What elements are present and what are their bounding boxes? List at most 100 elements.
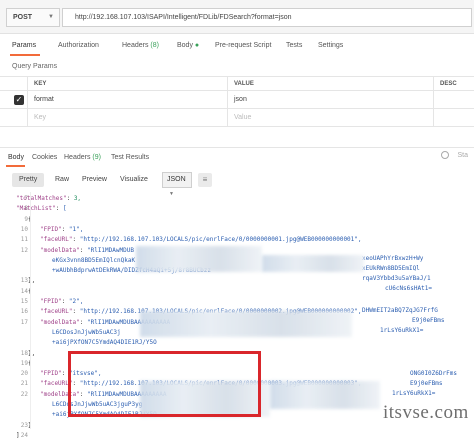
gutter-divider [30, 192, 31, 429]
tab-test-results[interactable]: Test Results [111, 154, 149, 161]
code-fragment: 1rLsY6uRkX1= [380, 327, 424, 334]
method-label: POST [13, 14, 33, 21]
code-line: "MatchList": [ [16, 205, 67, 213]
redacted-region [270, 381, 380, 409]
tab-params[interactable]: Params [12, 42, 36, 49]
line-number: 16 [20, 308, 28, 316]
query-params-label: Query Params [12, 63, 58, 70]
status-label: Sta [457, 152, 468, 159]
line-number: 9 [24, 215, 28, 223]
tab-badge: (9) [92, 154, 101, 161]
code-line: "FPID": "1", [40, 225, 84, 233]
line-number: 24 [20, 431, 28, 439]
column-header-value: VALUE [228, 77, 434, 91]
tab-body[interactable]: Body ● [177, 42, 199, 49]
globe-icon[interactable] [441, 151, 449, 159]
method-select[interactable]: POST ▼ [6, 8, 60, 27]
param-key-cell[interactable]: format [28, 91, 228, 109]
tab-response-cookies[interactable]: Cookies [32, 154, 57, 161]
tab-response-body[interactable]: Body [8, 154, 24, 161]
tab-label: Headers [122, 42, 149, 49]
tab-headers[interactable]: Headers (8) [122, 42, 159, 49]
code-fragment: xeoUAPhYrBxwzH+Wy [362, 255, 424, 262]
line-number: 12 [20, 246, 28, 254]
tab-authorization[interactable]: Authorization [58, 42, 99, 49]
tab-label: Params [12, 42, 37, 49]
redacted-region [136, 246, 262, 272]
tab-label: Pre-request Script [215, 42, 272, 49]
line-number: 22 [20, 390, 28, 398]
line-number: 21 [20, 380, 28, 388]
redacted-region [140, 311, 352, 337]
format-select[interactable]: JSON ▼ [162, 172, 192, 197]
line-number: 10 [20, 225, 28, 233]
code-fragment: DHWmEIT2aBQ7ZqJG7FrfG [362, 307, 438, 314]
request-tabs: Params Authorization Headers (8) Body ● … [0, 37, 474, 59]
wrap-lines-icon[interactable]: ≡ [198, 173, 212, 187]
tab-label: Settings [318, 42, 344, 49]
code-line: ] [16, 431, 20, 439]
line-number: 20 [20, 370, 28, 378]
code-fragment: E9j0eFBms [410, 380, 443, 387]
param-key-placeholder[interactable]: Key [28, 109, 228, 127]
code-line: eKGx3vnn8BD5EmIQlcnQkaK [52, 256, 136, 264]
tab-badge: (8) [150, 42, 159, 49]
tab-label: Body [177, 42, 193, 49]
highlight-box [68, 351, 261, 417]
code-line: "faceURL": "http://192.168.107.103/LOCAL… [40, 236, 362, 244]
code-fragment: ONG0I0Z6DrFms [410, 370, 457, 377]
line-number: 15 [20, 298, 28, 305]
tab-label: Test Results [111, 154, 150, 161]
column-header-key: KEY [28, 77, 228, 91]
code-line: L6CDosJnJjwWb5uAC3j [52, 328, 121, 336]
code-line: +ai6jPXfON7C5YmdAQ4DIE1RJ/Y5O [52, 339, 157, 347]
checkbox-column-header [0, 77, 28, 91]
tab-settings[interactable]: Settings [318, 42, 343, 49]
params-table: KEY VALUE DESC format json Key Value [0, 76, 474, 127]
url-input[interactable]: http://192.168.107.103/ISAPI/Intelligent… [62, 8, 472, 27]
tab-label: Cookies [32, 154, 58, 161]
format-select-label: JSON [167, 176, 186, 183]
preview-button[interactable]: Preview [75, 173, 114, 187]
code-line: "FPID": "2", [40, 298, 84, 305]
column-header-description: DESC [434, 77, 474, 91]
response-tabs: Body Cookies Headers (9) Test Results [0, 147, 474, 167]
active-tab-indicator [6, 165, 25, 167]
code-fragment: cU6cNs6sHAt1= [385, 285, 432, 292]
tab-label: Body [8, 154, 24, 161]
line-number: 14 [20, 287, 28, 295]
visualize-button[interactable]: Visualize [113, 173, 155, 187]
param-description-cell[interactable] [434, 109, 474, 127]
status-dot-icon: ● [194, 42, 200, 49]
param-value-placeholder[interactable]: Value [228, 109, 434, 127]
code-fragment: 1rLsY6uRkX1= [392, 390, 436, 397]
raw-button[interactable]: Raw [48, 173, 76, 187]
line-number: 11 [20, 236, 28, 244]
checkmark-icon: ✓ [15, 95, 23, 104]
code-fragment: xEUkRWn8BD5EmIQl [362, 265, 420, 272]
param-description-cell[interactable] [434, 91, 474, 109]
line-number: 18 [20, 349, 28, 357]
tab-response-headers[interactable]: Headers (9) [64, 154, 101, 161]
tab-tests[interactable]: Tests [286, 42, 302, 49]
code-line: "modelData": "RlI1MDAwMDUB [40, 246, 134, 254]
line-number: 19 [20, 359, 28, 367]
chevron-down-icon: ▼ [48, 14, 54, 20]
code-fragment: E9j0eFBms [412, 317, 445, 324]
code-fragment: rqaV3Ybbd3u5aYBaJ/1 [362, 275, 431, 282]
line-number: 17 [20, 318, 28, 326]
tab-label: Headers [64, 154, 91, 161]
line-number: 13 [20, 277, 28, 285]
active-tab-indicator [10, 54, 40, 56]
tab-label: Authorization [58, 42, 99, 49]
row-checkbox-cell [0, 109, 28, 127]
redacted-region [262, 255, 364, 272]
pretty-button[interactable]: Pretty [12, 173, 45, 187]
param-checkbox[interactable]: ✓ [14, 95, 24, 105]
line-number: 23 [20, 421, 28, 429]
code-line: "totalMatches": 3, [16, 195, 82, 202]
watermark: itsvse.com [383, 402, 469, 423]
param-value-cell[interactable]: json [228, 91, 434, 109]
tab-pre-request-script[interactable]: Pre-request Script [215, 42, 271, 49]
tab-label: Tests [286, 42, 303, 49]
